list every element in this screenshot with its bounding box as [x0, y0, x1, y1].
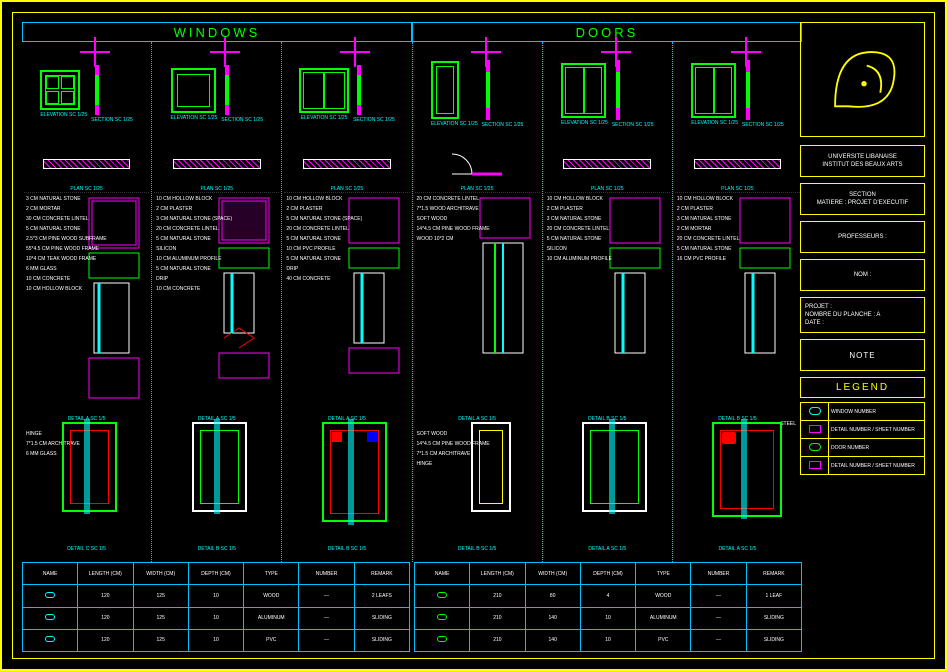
detail-labels-w1: 3 CM NATURAL STONE 2 CM MORTAR 30 CM CON… [26, 197, 107, 292]
window-col-1: ELEVATION SC 1/25 SECTION SC 1/25 PLAN S… [22, 42, 152, 562]
detail-block-w2: 10 CM HOLLOW BLOCK 2 CM PLASTER 3 CM NAT… [154, 192, 279, 412]
main-drawing-area: WINDOWS DOORS ELEVATION SC 1/25 SECTION … [22, 22, 802, 652]
window-col-3: ELEVATION SC 1/25 SECTION SC 1/25 PLAN S… [282, 42, 412, 562]
legend-row: DETAIL NUMBER / SHEET NUMBER [801, 421, 925, 439]
elevation-label: ELEVATION SC 1/25 [40, 112, 87, 118]
legend-title: LEGEND [800, 377, 925, 398]
table-row: 12012510WOOD—2 LEAFS [23, 585, 410, 607]
table-row: 210804WOOD—1 LEAF [415, 585, 802, 607]
door-symbol-icon [437, 614, 447, 620]
tb-projet: PROJET : NOMBRE DU PLANCHE : A DATE : [800, 297, 925, 333]
logo-icon [813, 34, 911, 124]
schedule-tables: NAME LENGTH (CM) WIDTH (CM) DEPTH (CM) T… [22, 562, 802, 652]
window-symbol-icon [45, 592, 55, 598]
table-header-row: NAME LENGTH (CM) WIDTH (CM) DEPTH (CM) T… [23, 563, 410, 585]
section-label: SECTION SC 1/25 [91, 117, 133, 123]
door-col-3: ELEVATION SC 1/25 SECTION SC 1/25 PLAN S… [673, 42, 802, 562]
plan-strip [43, 159, 131, 169]
legend-table: WINDOW NUMBER DETAIL NUMBER / SHEET NUMB… [800, 402, 925, 475]
doors-schedule-table: NAME LENGTH (CM) WIDTH (CM) DEPTH (CM) T… [414, 562, 802, 652]
detail-symbol-icon [809, 425, 821, 433]
table-row: 21014010ALUMINUM—SLIDING [415, 607, 802, 629]
tb-university: UNIVERSITE LIBANAISE INSTITUT DES BEAUX … [800, 145, 925, 177]
door-col-2: ELEVATION SC 1/25 SECTION SC 1/25 PLAN S… [543, 42, 673, 562]
grid-marker-icon [80, 37, 110, 67]
detail-symbol-icon [809, 461, 821, 469]
tb-professeurs: PROFESSEURS : [800, 221, 925, 253]
table-row: 12012510PVC—SLIDING [23, 629, 410, 651]
door-col-1: ELEVATION SC 1/25 SECTION SC 1/25 PLAN S… [413, 42, 543, 562]
titleblock: UNIVERSITE LIBANAISE INSTITUT DES BEAUX … [800, 22, 925, 652]
tb-section: SECTION MATIERE : PROJET D'EXECUTIF [800, 183, 925, 215]
grid-marker-icon [340, 37, 370, 67]
door-symbol-icon [437, 592, 447, 598]
table-header-row: NAME LENGTH (CM) WIDTH (CM) DEPTH (CM) T… [415, 563, 802, 585]
profile-detail [62, 422, 117, 512]
window-col-2: ELEVATION SC 1/25 SECTION SC 1/25 PLAN S… [152, 42, 282, 562]
window-number-symbol-icon [809, 407, 821, 415]
legend-row: WINDOW NUMBER [801, 403, 925, 421]
legend-row: DETAIL NUMBER / SHEET NUMBER [801, 457, 925, 475]
windows-schedule-table: NAME LENGTH (CM) WIDTH (CM) DEPTH (CM) T… [22, 562, 410, 652]
window-section-1: SECTION SC 1/25 [91, 65, 133, 123]
sheet-titles-row: WINDOWS DOORS [22, 22, 802, 42]
door-number-symbol-icon [809, 443, 821, 451]
window-symbol-icon [45, 636, 55, 642]
door-symbol-icon [437, 636, 447, 642]
table-row: 12012510ALUMINUM—SLIDING [23, 607, 410, 629]
table-row: 21014010PVC—SLIDING [415, 629, 802, 651]
plan-row [24, 144, 149, 184]
drawings-area: ELEVATION SC 1/25 SECTION SC 1/25 PLAN S… [22, 42, 802, 562]
detail-block-w1: 3 CM NATURAL STONE 2 CM MORTAR 30 CM CON… [24, 192, 149, 412]
tb-nom: NOM : [800, 259, 925, 291]
detail-c-label: DETAIL C SC 1/5 [24, 546, 149, 552]
window-elevation-1: ELEVATION SC 1/25 [40, 70, 87, 118]
detail-lower-w1: HINGE 7*1.5 CM ARCHITRAVE 6 MM GLASS DET… [24, 412, 149, 552]
grid-marker-icon [210, 37, 240, 67]
drawing-canvas: WINDOWS DOORS ELEVATION SC 1/25 SECTION … [0, 0, 947, 671]
legend-row: DOOR NUMBER [801, 439, 925, 457]
tb-note: NOTE [800, 339, 925, 371]
window-symbol-icon [45, 614, 55, 620]
logo-box [800, 22, 925, 137]
